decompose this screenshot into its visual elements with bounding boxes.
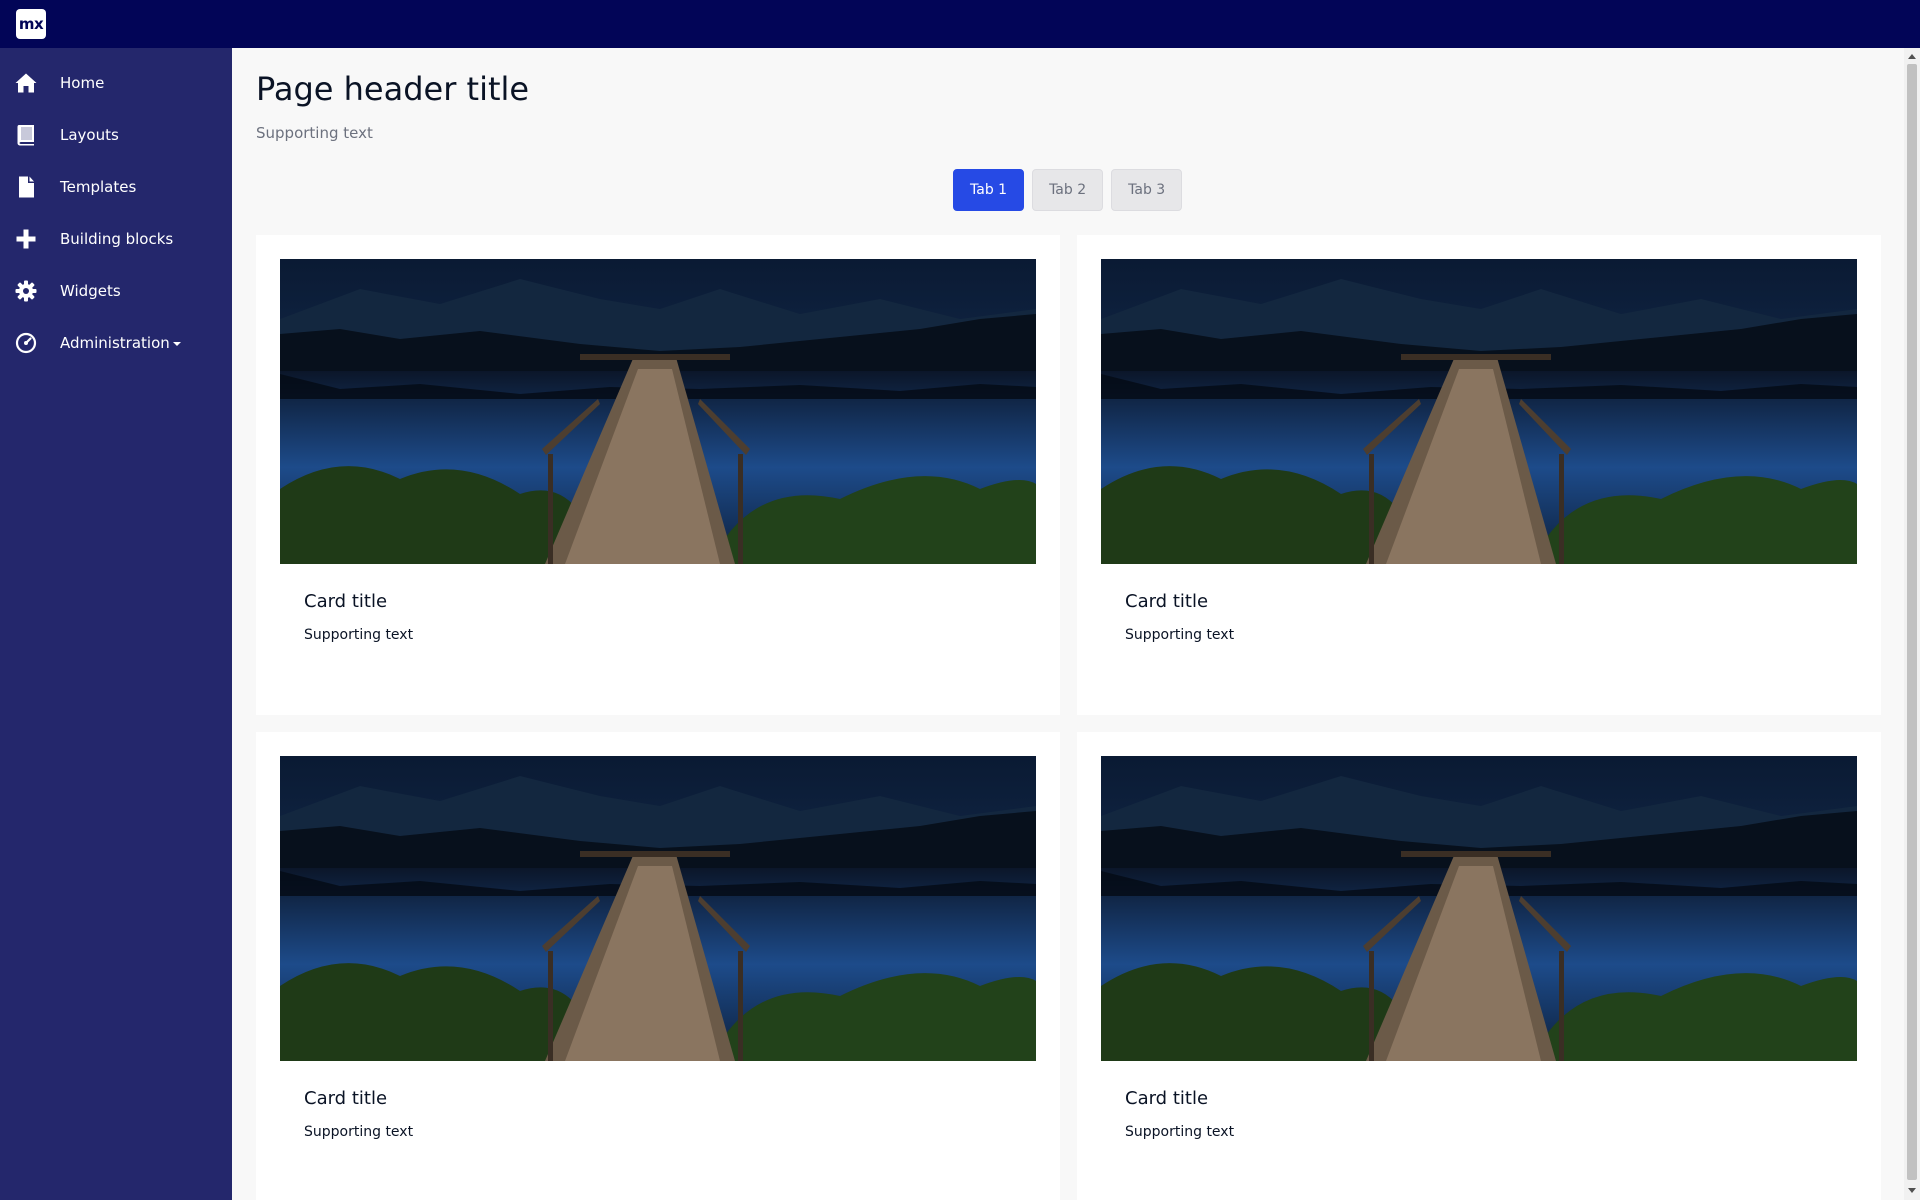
file-icon (14, 175, 38, 199)
card-text: Supporting text (1125, 627, 1235, 643)
page-title: Page header title (256, 70, 530, 108)
card-text: Supporting text (304, 1124, 414, 1140)
card-title: Card title (304, 1088, 388, 1109)
scroll-thumb[interactable] (1907, 64, 1917, 1180)
sidebar-item-home[interactable]: Home (0, 57, 232, 109)
page-subtitle: Supporting text (256, 124, 373, 142)
card-image (1101, 756, 1857, 1061)
card[interactable]: Card title Supporting text (256, 235, 1060, 715)
sidebar-item-label: Building blocks (60, 230, 174, 248)
card-text: Supporting text (1125, 1124, 1235, 1140)
sidebar-item-widgets[interactable]: Widgets (0, 265, 232, 317)
tab-bar: Tab 1 Tab 2 Tab 3 (953, 169, 1183, 211)
card-image (1101, 259, 1857, 564)
top-bar: mx (0, 0, 1920, 48)
card-image (280, 259, 1036, 564)
caret-down-icon (172, 341, 181, 346)
sidebar-item-templates[interactable]: Templates (0, 161, 232, 213)
scroll-up-icon[interactable] (1908, 54, 1916, 59)
sidebar-item-label: Home (60, 74, 105, 92)
home-icon (14, 71, 38, 95)
sidebar-item-label: Administration (60, 334, 181, 352)
card[interactable]: Card title Supporting text (1077, 235, 1881, 715)
book-icon (14, 123, 38, 147)
plus-icon (14, 227, 38, 251)
sidebar-item-administration[interactable]: Administration (0, 317, 232, 369)
card[interactable]: Card title Supporting text (1077, 732, 1881, 1200)
card-title: Card title (1125, 591, 1209, 612)
app-logo[interactable]: mx (16, 9, 46, 39)
card[interactable]: Card title Supporting text (256, 732, 1060, 1200)
tab-2[interactable]: Tab 2 (1032, 169, 1104, 211)
card-title: Card title (304, 591, 388, 612)
gear-icon (14, 279, 38, 303)
sidebar-item-layouts[interactable]: Layouts (0, 109, 232, 161)
vertical-scrollbar[interactable] (1904, 48, 1920, 1200)
tab-1[interactable]: Tab 1 (953, 169, 1025, 211)
tab-3[interactable]: Tab 3 (1111, 169, 1183, 211)
main-content: Page header title Supporting text Tab 1 … (232, 48, 1904, 1200)
card-image (280, 756, 1036, 1061)
sidebar-item-building-blocks[interactable]: Building blocks (0, 213, 232, 265)
card-title: Card title (1125, 1088, 1209, 1109)
scroll-down-icon[interactable] (1908, 1188, 1916, 1193)
card-text: Supporting text (304, 627, 414, 643)
sidebar-item-label: Templates (60, 178, 137, 196)
sidebar: Home Layouts Templates Building blocks W… (0, 48, 232, 1200)
dashboard-icon (14, 331, 38, 355)
sidebar-item-label: Widgets (60, 282, 121, 300)
sidebar-item-label: Layouts (60, 126, 119, 144)
